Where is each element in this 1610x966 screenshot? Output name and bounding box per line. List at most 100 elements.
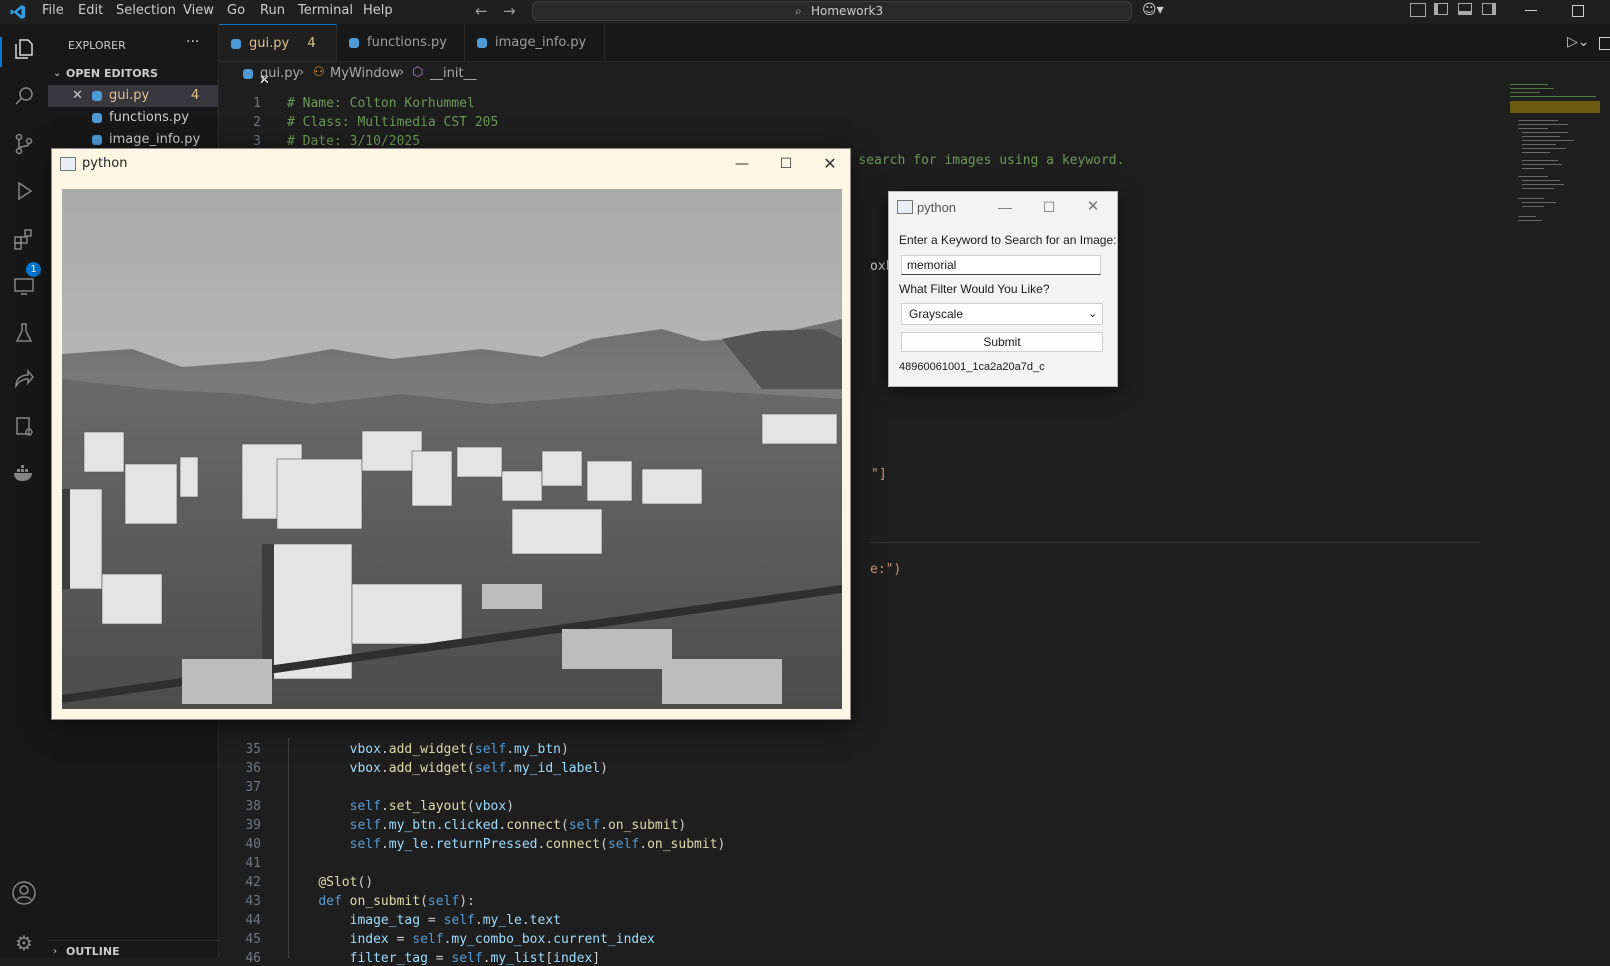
menu-edit[interactable]: Edit [78,3,103,18]
editor-tab-bar: gui.py 4 ✕ functions.py image_info.py ▷⌄ [219,24,1610,88]
extensions-icon[interactable] [10,227,38,255]
activity-bar: 1 ⚙ [0,24,49,958]
code-line: # Name: Colton Korhummel [287,96,475,111]
tab-label: functions.py [367,35,447,50]
code-line: index = self.my_combo_box.current_index [349,932,655,947]
menu-help[interactable]: Help [363,3,393,18]
tab-image-info[interactable]: image_info.py [465,24,605,61]
code-line: filter_tag = self.my_list[index] [349,951,601,966]
minimap[interactable] [1510,80,1600,240]
accounts-settings-sync-icon[interactable] [10,415,38,443]
menu-go[interactable]: Go [227,3,245,18]
code-fragment: e:") [870,562,902,577]
customize-layout-icon[interactable] [1410,3,1426,17]
python-file-icon [349,38,359,48]
explorer-icon[interactable] [10,37,38,65]
keyword-prompt-label: Enter a Keyword to Search for an Image: [899,233,1117,247]
method-icon: ⬡ [412,65,424,80]
code-line: # Class: Multimedia CST 205 [287,115,499,130]
filter-selected-value: Grayscale [909,307,964,321]
more-actions-icon[interactable]: ··· [186,34,199,50]
chevron-right-icon: › [399,65,405,80]
line-number: 46 [245,951,261,966]
close-icon[interactable]: ✕ [72,85,83,107]
code-line: vbox.add_widget(self.my_id_label) [349,761,608,776]
line-number: 2 [253,115,261,130]
outline-label: OUTLINE [66,945,120,958]
menu-selection[interactable]: Selection [116,3,176,18]
docker-icon[interactable] [10,461,38,489]
maximize-icon[interactable] [1572,5,1584,17]
maximize-button[interactable]: ☐ [1027,192,1071,222]
line-number: 1 [253,96,261,111]
chevron-down-icon: ⌄ [53,68,62,79]
python-file-icon [231,39,241,49]
breadcrumb-file[interactable]: gui.py [260,66,300,81]
line-number: 38 [245,799,261,814]
active-indicator [0,37,2,67]
submit-button[interactable]: Submit [901,332,1103,352]
filter-select[interactable]: Grayscale ⌄ [901,303,1103,325]
line-number: 40 [245,837,261,852]
class-icon: ⚇ [313,65,325,80]
minimize-button[interactable]: — [983,192,1027,222]
line-number: 42 [245,875,261,890]
copilot-icon[interactable]: ☺▾ [1142,2,1164,18]
outline-section[interactable]: › OUTLINE [48,940,218,963]
tab-label: image_info.py [495,35,587,50]
menu-view[interactable]: View [183,3,214,18]
maximize-button[interactable]: ☐ [764,149,808,179]
app-window-icon [897,200,913,214]
image-search-window: python — ☐ ✕ Enter a Keyword to Search f… [888,191,1118,387]
manage-gear-icon[interactable]: ⚙ [10,929,38,957]
line-number: 36 [245,761,261,776]
breadcrumb-method[interactable]: __init__ [430,66,477,81]
run-debug-icon[interactable] [10,179,38,207]
python-file-icon [92,91,102,101]
python-file-icon [477,38,487,48]
back-arrow-icon[interactable]: ← [475,2,488,20]
testing-icon[interactable] [10,321,38,349]
forward-arrow-icon[interactable]: → [503,2,516,20]
line-number: 3 [253,134,261,149]
tab-functions[interactable]: functions.py [337,24,465,61]
account-icon[interactable] [10,880,38,908]
tab-gui[interactable]: gui.py 4 ✕ [219,24,337,88]
remote-explorer-icon[interactable] [10,274,38,302]
menu-terminal[interactable]: Terminal [298,3,353,18]
breadcrumb-class[interactable]: MyWindow [330,66,400,81]
line-number: 41 [245,856,261,871]
minimize-icon[interactable] [1525,10,1537,11]
workspace-name: Homework3 [811,4,884,18]
toggle-secondary-sidebar-icon[interactable] [1482,3,1496,15]
grayscale-city-photo [62,189,842,709]
open-editor-functions[interactable]: functions.py [48,107,218,129]
keyword-input[interactable]: memorial [901,255,1101,275]
close-button[interactable]: ✕ [1071,192,1115,222]
search-icon[interactable] [10,84,38,112]
run-file-icon[interactable]: ▷⌄ [1567,34,1590,50]
open-editors-section[interactable]: ⌄ OPEN EDITORS [48,63,218,85]
code-line: image_tag = self.my_le.text [349,913,561,928]
line-number: 37 [245,780,261,795]
live-share-icon[interactable] [10,368,38,396]
chevron-right-icon: › [299,65,305,80]
file-name: gui.py [109,88,150,103]
toggle-sidebar-icon[interactable] [1434,3,1448,15]
split-editor-icon[interactable] [1599,37,1610,50]
command-center-search[interactable]: ⌕ Homework3 [532,1,1132,21]
minimize-button[interactable]: — [720,149,764,179]
code-line: self.my_le.returnPressed.connect(self.on… [349,837,726,852]
open-editors-label: OPEN EDITORS [66,67,158,80]
close-button[interactable]: ✕ [808,149,852,179]
vscode-logo-icon [10,4,26,20]
menu-run[interactable]: Run [260,3,285,18]
toggle-panel-icon[interactable] [1458,3,1472,15]
current-line-separator [870,542,1480,543]
open-editor-gui[interactable]: ✕ gui.py 4 [48,85,218,107]
line-number: 44 [245,913,261,928]
menu-file[interactable]: File [42,3,64,18]
source-control-icon[interactable] [10,132,38,160]
code-line: vbox.add_widget(self.my_btn) [349,742,569,757]
tab-label: gui.py [249,36,290,51]
